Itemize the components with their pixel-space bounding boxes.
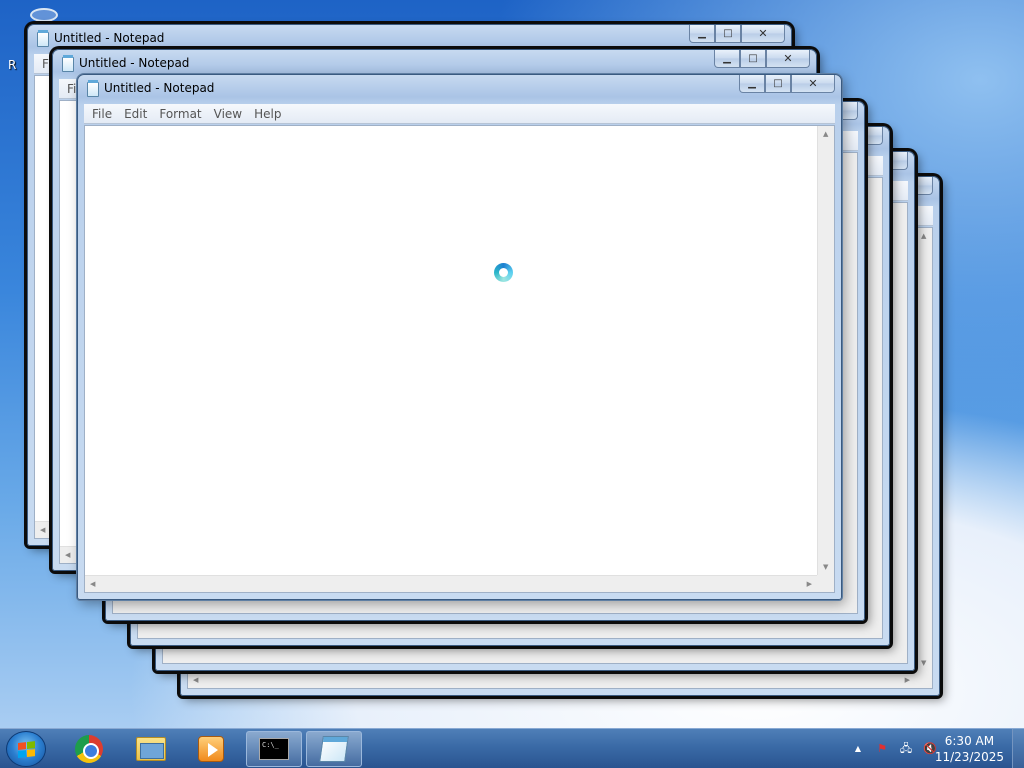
notepad-app-icon[interactable] [37,30,49,47]
maximize-button[interactable]: □ [715,25,741,43]
taskbar-explorer[interactable] [123,731,179,767]
menu-bar: File Edit Format View Help [84,104,835,124]
menu-help[interactable]: Help [248,107,287,121]
taskbar: C:\_ ▲ ⚑ 🖧 🔇 6:30 AM 11/23/2025 [0,728,1024,768]
minimize-button[interactable]: ▁ [739,75,765,93]
start-button[interactable] [6,731,46,767]
close-button[interactable]: ✕ [791,75,835,93]
size-grip[interactable] [915,671,932,688]
text-area[interactable]: ▲ ▼ ◀ ▶ [84,125,835,593]
notepad-app-icon[interactable] [62,55,74,72]
taskbar-notepad[interactable] [306,731,362,767]
close-button[interactable]: ✕ [766,50,810,68]
horizontal-scrollbar[interactable] [163,646,890,663]
windows-logo-icon [18,741,36,759]
menu-view[interactable]: View [208,107,248,121]
vertical-scrollbar[interactable] [890,203,907,646]
media-player-icon [198,736,224,762]
minimize-button[interactable]: ▁ [714,50,740,68]
taskbar-cmd[interactable]: C:\_ [246,731,302,767]
menu-file[interactable]: File [86,107,118,121]
clock[interactable]: 6:30 AM 11/23/2025 [935,733,1004,765]
close-button[interactable]: ✕ [741,25,785,43]
desktop-icon-label: R [8,58,17,72]
horizontal-scrollbar[interactable]: ◀ ▶ [188,671,915,688]
clock-date: 11/23/2025 [934,750,1004,764]
scroll-left-arrow[interactable]: ◀ [90,580,95,588]
size-grip[interactable] [865,621,882,638]
notepad-icon [319,736,349,762]
scroll-down-arrow[interactable]: ▼ [823,563,828,571]
cmd-icon: C:\_ [259,738,289,760]
window-title: Untitled - Notepad [79,56,190,70]
taskbar-chrome[interactable] [61,731,117,767]
scroll-up-arrow[interactable]: ▲ [823,130,828,138]
maximize-button[interactable]: □ [740,50,766,68]
size-grip[interactable] [817,575,834,592]
busy-cursor-icon [494,263,513,282]
chrome-icon [75,735,103,763]
window-title: Untitled - Notepad [54,31,165,45]
system-tray: ▲ ⚑ 🖧 🔇 6:30 AM 11/23/2025 [834,729,1024,768]
scroll-right-arrow[interactable]: ▶ [807,580,812,588]
window-title: Untitled - Notepad [104,81,215,95]
vertical-scrollbar[interactable]: ▲ ▼ [817,126,834,575]
recycle-bin-icon[interactable] [0,8,58,32]
horizontal-scrollbar[interactable] [138,621,865,638]
taskbar-media-player[interactable] [183,731,239,767]
action-center-flag-icon[interactable]: ⚑ [874,742,890,756]
show-hidden-icons-chevron-icon[interactable]: ▲ [850,742,866,756]
notepad-window[interactable]: Untitled - Notepad ▁ □ ✕ File Edit Forma… [77,74,842,600]
vertical-scrollbar[interactable] [865,178,882,621]
clock-time: 6:30 AM [944,734,995,748]
size-grip[interactable] [840,596,857,613]
minimize-button[interactable]: ▁ [689,25,715,43]
size-grip[interactable] [890,646,907,663]
menu-edit[interactable]: Edit [118,107,153,121]
vertical-scrollbar[interactable] [840,153,857,596]
maximize-button[interactable]: □ [765,75,791,93]
vertical-scrollbar[interactable]: ▲ ▼ [915,228,932,671]
notepad-app-icon[interactable] [87,80,99,97]
network-icon[interactable]: 🖧 [898,742,914,756]
show-desktop-button[interactable] [1012,729,1024,768]
folder-icon [136,737,166,761]
horizontal-scrollbar[interactable]: ◀ ▶ [85,575,817,592]
menu-format[interactable]: Format [153,107,207,121]
desktop: R ▁□✕ ▲▼ ◀▶ ▁□✕ ▁□✕ ▁□✕ Untitled - Notep… [0,0,1024,728]
